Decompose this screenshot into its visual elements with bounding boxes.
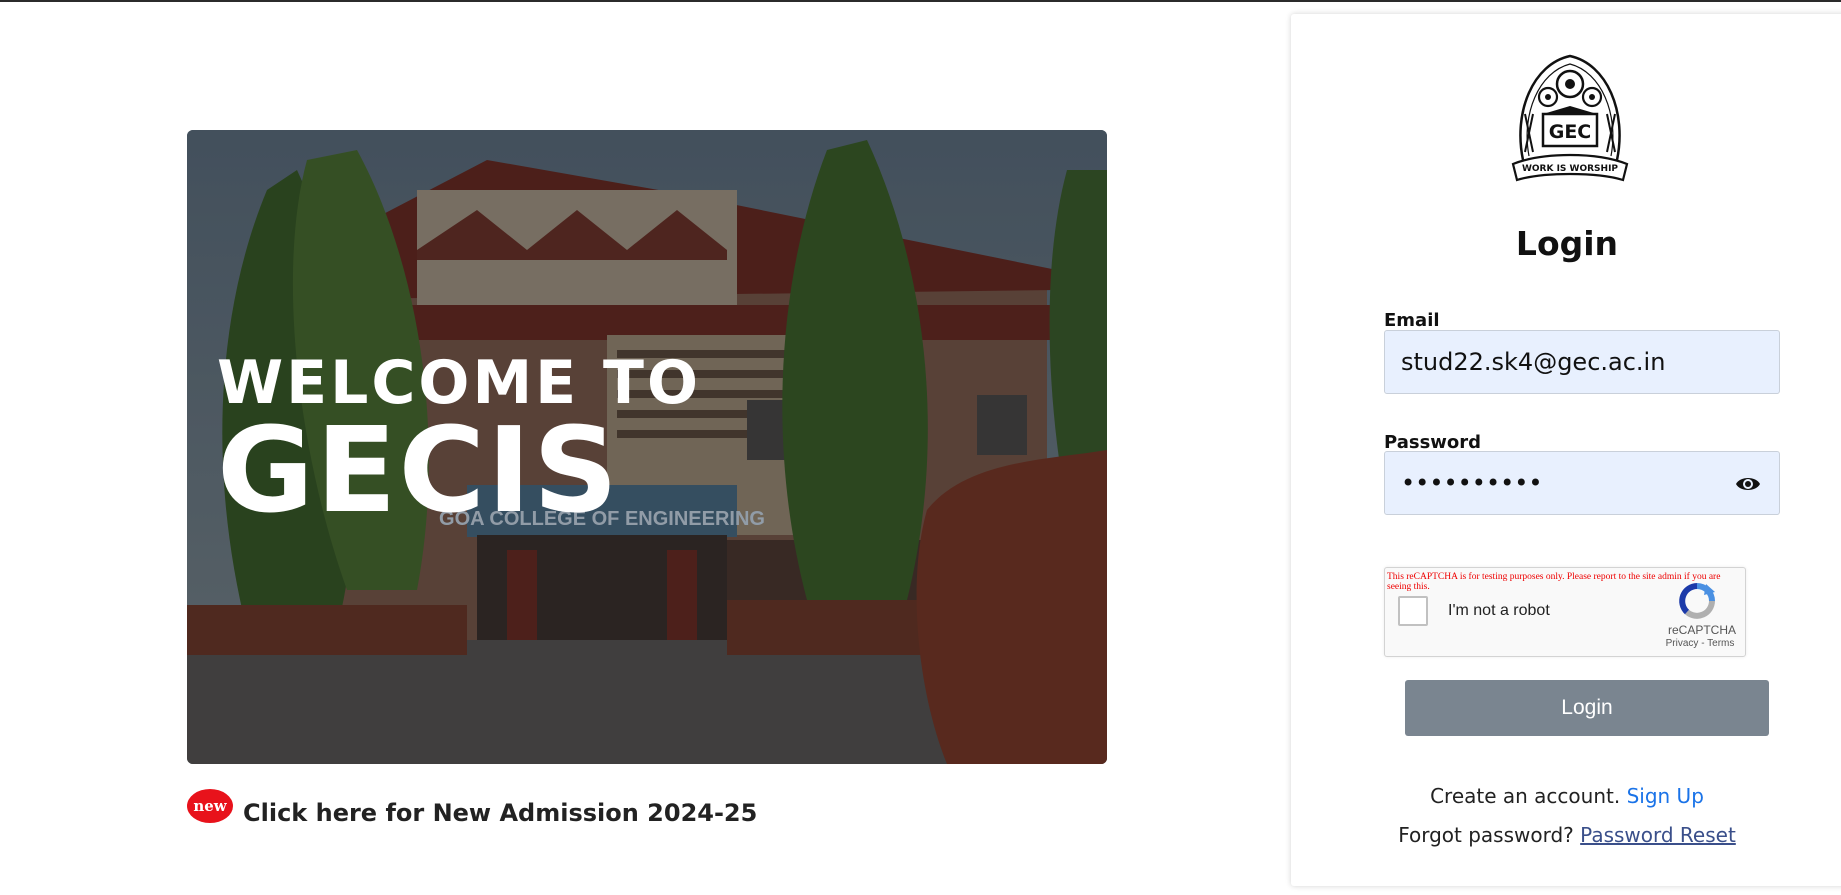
recaptcha-widget: This reCAPTCHA is for testing purposes o…: [1384, 567, 1746, 657]
recaptcha-links: Privacy - Terms: [1656, 638, 1744, 649]
login-button[interactable]: Login: [1405, 680, 1769, 736]
email-label: Email: [1384, 310, 1440, 331]
logo-emblem-text: GEC: [1549, 121, 1592, 143]
gec-logo-icon: GEC WORK IS WORSHIP: [1511, 54, 1629, 182]
password-value: ••••••••••: [1401, 469, 1543, 497]
logo-motto: WORK IS WORSHIP: [1522, 164, 1618, 174]
signup-link[interactable]: Sign Up: [1627, 784, 1704, 808]
signup-line: Create an account. Sign Up: [1291, 784, 1841, 808]
reset-line: Forgot password? Password Reset: [1291, 823, 1841, 847]
recaptcha-logo-icon: [1679, 583, 1715, 619]
password-reset-link[interactable]: Password Reset: [1580, 823, 1736, 847]
login-panel: GEC WORK IS WORSHIP Login Email stud22.s…: [1291, 14, 1841, 886]
email-value: stud22.sk4@gec.ac.in: [1401, 348, 1666, 376]
forgot-password-text: Forgot password?: [1398, 823, 1574, 847]
recaptcha-brand: reCAPTCHA: [1667, 623, 1736, 637]
login-heading: Login: [1515, 224, 1619, 263]
hero-headline: WELCOME TO GECIS: [217, 352, 701, 539]
create-account-text: Create an account.: [1430, 784, 1621, 808]
recaptcha-label: I'm not a robot: [1448, 602, 1550, 619]
new-admission-link[interactable]: new Click here for New Admission 2024-25: [187, 789, 757, 831]
recaptcha-checkbox[interactable]: [1398, 596, 1428, 626]
window-top-border: [0, 0, 1841, 2]
recaptcha-link-separator: -: [1698, 638, 1708, 649]
recaptcha-terms-link[interactable]: Terms: [1707, 638, 1734, 649]
campus-hero-image: GOA COLLEGE OF ENGINEERING WELCOME TO GE…: [187, 130, 1107, 764]
admission-link-text[interactable]: Click here for New Admission 2024-25: [243, 799, 757, 827]
new-badge: new: [187, 789, 233, 823]
email-field[interactable]: stud22.sk4@gec.ac.in: [1384, 330, 1780, 394]
password-label: Password: [1384, 432, 1482, 453]
recaptcha-privacy-link[interactable]: Privacy: [1666, 638, 1699, 649]
eye-icon[interactable]: [1735, 474, 1761, 494]
password-field[interactable]: ••••••••••: [1384, 451, 1780, 515]
gecis-title: GECIS: [217, 401, 620, 539]
